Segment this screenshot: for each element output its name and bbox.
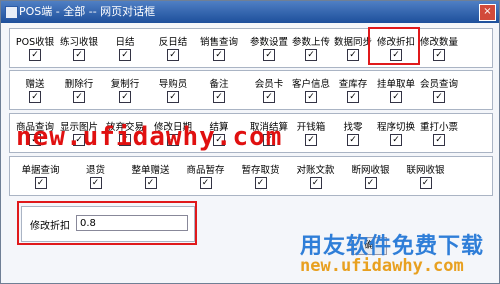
permission-item: 赠送 ✓ — [13, 73, 57, 109]
permission-checkbox[interactable]: ✓ — [119, 49, 131, 61]
permission-label: 参数设置 — [249, 37, 288, 48]
permission-checkbox[interactable]: ✓ — [199, 177, 212, 189]
permission-label: 日结 — [115, 37, 135, 48]
permission-checkbox[interactable]: ✓ — [390, 134, 402, 146]
title-bar[interactable]: POS端 - 全部 -- 网页对话框 × — [1, 1, 499, 23]
watermark-url-orange: new.ufidawhy.com — [300, 256, 464, 276]
permission-checkbox[interactable]: ✓ — [213, 91, 225, 103]
permission-item: 删除行 ✓ — [57, 73, 101, 109]
permission-label: 练习收银 — [59, 37, 98, 48]
highlight-discount-field — [17, 201, 197, 245]
permission-label: 赠送 — [25, 79, 45, 90]
permission-checkbox[interactable]: ✓ — [347, 91, 359, 103]
permission-label: 备注 — [209, 79, 229, 90]
permission-item: 开钱箱 ✓ — [289, 116, 333, 152]
permission-checkbox[interactable]: ✓ — [89, 177, 102, 189]
permission-label: 会员卡 — [254, 79, 284, 90]
permission-checkbox[interactable]: ✓ — [433, 134, 445, 146]
permission-item: 程序切换 ✓ — [374, 116, 418, 152]
permission-item: 复制行 ✓ — [103, 73, 147, 109]
permission-item: 断网收银 ✓ — [343, 159, 398, 195]
permission-label: 暂存取货 — [241, 165, 280, 176]
permission-label: 程序切换 — [376, 122, 415, 133]
permission-checkbox[interactable]: ✓ — [390, 91, 402, 103]
permission-item: 销售查询 ✓ — [197, 31, 241, 67]
permission-label: 对账文款 — [296, 165, 335, 176]
permission-label: 销售查询 — [199, 37, 238, 48]
permission-item: 修改数量 ✓ — [417, 31, 461, 67]
permission-checkbox[interactable]: ✓ — [305, 134, 317, 146]
permission-item: 会员查询 ✓ — [417, 73, 461, 109]
permission-item: 参数设置 ✓ — [247, 31, 291, 67]
permission-checkbox[interactable]: ✓ — [347, 49, 359, 61]
permission-item: 重打小票 ✓ — [417, 116, 461, 152]
permission-item: 暂存取货 ✓ — [233, 159, 288, 195]
permission-checkbox[interactable]: ✓ — [34, 177, 47, 189]
permission-label: 参数上传 — [291, 37, 330, 48]
permission-item: 客户信息 ✓ — [289, 73, 333, 109]
permission-label: 会员查询 — [419, 79, 458, 90]
permission-label: 开钱箱 — [296, 122, 326, 133]
permission-label: 客户信息 — [291, 79, 330, 90]
permission-label: 复制行 — [110, 79, 140, 90]
permission-label: 商品暂存 — [186, 165, 225, 176]
permission-checkbox[interactable]: ✓ — [213, 49, 225, 61]
permission-checkbox[interactable]: ✓ — [309, 177, 322, 189]
permission-item: 对账文款 ✓ — [288, 159, 343, 195]
permission-checkbox[interactable]: ✓ — [167, 91, 179, 103]
permission-item: 商品暂存 ✓ — [178, 159, 233, 195]
permission-item: 备注 ✓ — [197, 73, 241, 109]
permission-label: 找零 — [343, 122, 363, 133]
permission-checkbox[interactable]: ✓ — [29, 49, 41, 61]
permission-checkbox[interactable]: ✓ — [263, 49, 275, 61]
permission-item: 导购员 ✓ — [151, 73, 195, 109]
permission-checkbox[interactable]: ✓ — [29, 91, 41, 103]
highlight-modify-discount — [368, 27, 420, 65]
permission-checkbox[interactable]: ✓ — [73, 49, 85, 61]
permission-checkbox[interactable]: ✓ — [419, 177, 432, 189]
permission-checkbox[interactable]: ✓ — [364, 177, 377, 189]
permission-item: 练习收银 ✓ — [57, 31, 101, 67]
permission-item: 单据查询 ✓ — [13, 159, 68, 195]
permission-label: 退货 — [85, 165, 105, 176]
permission-item: 退货 ✓ — [68, 159, 123, 195]
permission-label: 导购员 — [158, 79, 188, 90]
permission-label: 修改数量 — [419, 37, 458, 48]
permission-label: 重打小票 — [419, 122, 458, 133]
permission-checkbox[interactable]: ✓ — [263, 91, 275, 103]
permission-label: 整单赠送 — [131, 165, 170, 176]
permission-label: 断网收银 — [351, 165, 390, 176]
permission-checkbox[interactable]: ✓ — [73, 91, 85, 103]
close-button[interactable]: × — [479, 4, 496, 21]
permission-label: POS收银 — [15, 37, 55, 48]
permission-label: 联网收银 — [406, 165, 445, 176]
permission-checkbox[interactable]: ✓ — [347, 134, 359, 146]
window-title: POS端 - 全部 -- 网页对话框 — [19, 5, 156, 18]
watermark-url-red: new.ufidawhy.com — [16, 122, 283, 152]
permission-checkbox[interactable]: ✓ — [119, 91, 131, 103]
permission-item: POS收银 ✓ — [13, 31, 57, 67]
permission-checkbox[interactable]: ✓ — [433, 91, 445, 103]
permission-checkbox[interactable]: ✓ — [144, 177, 157, 189]
permission-checkbox[interactable]: ✓ — [167, 49, 179, 61]
permission-checkbox[interactable]: ✓ — [305, 49, 317, 61]
permission-checkbox[interactable]: ✓ — [433, 49, 445, 61]
permission-item: 反日结 ✓ — [151, 31, 195, 67]
permission-checkbox[interactable]: ✓ — [254, 177, 267, 189]
permission-label: 查库存 — [338, 79, 368, 90]
window-icon — [5, 6, 18, 19]
permission-item: 联网收银 ✓ — [398, 159, 453, 195]
permission-item: 整单赠送 ✓ — [123, 159, 178, 195]
permission-item: 参数上传 ✓ — [289, 31, 333, 67]
permission-item: 日结 ✓ — [103, 31, 147, 67]
permission-label: 挂单取单 — [376, 79, 415, 90]
permission-label: 删除行 — [64, 79, 94, 90]
permission-checkbox[interactable]: ✓ — [305, 91, 317, 103]
permission-label: 单据查询 — [21, 165, 60, 176]
permission-item: 找零 ✓ — [331, 116, 375, 152]
permission-item: 查库存 ✓ — [331, 73, 375, 109]
permission-label: 反日结 — [158, 37, 188, 48]
permission-item: 挂单取单 ✓ — [374, 73, 418, 109]
permission-item: 会员卡 ✓ — [247, 73, 291, 109]
